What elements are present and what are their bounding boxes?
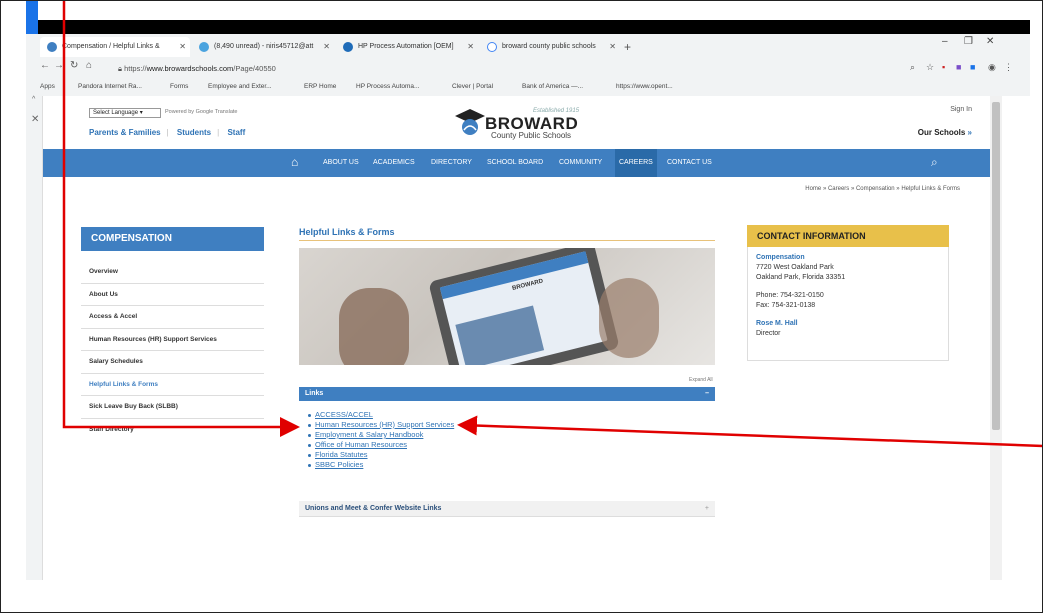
screenshot: Compensation / Helpful Links & ✕ (8,490 … [0, 0, 1043, 613]
image-border [0, 0, 1043, 613]
